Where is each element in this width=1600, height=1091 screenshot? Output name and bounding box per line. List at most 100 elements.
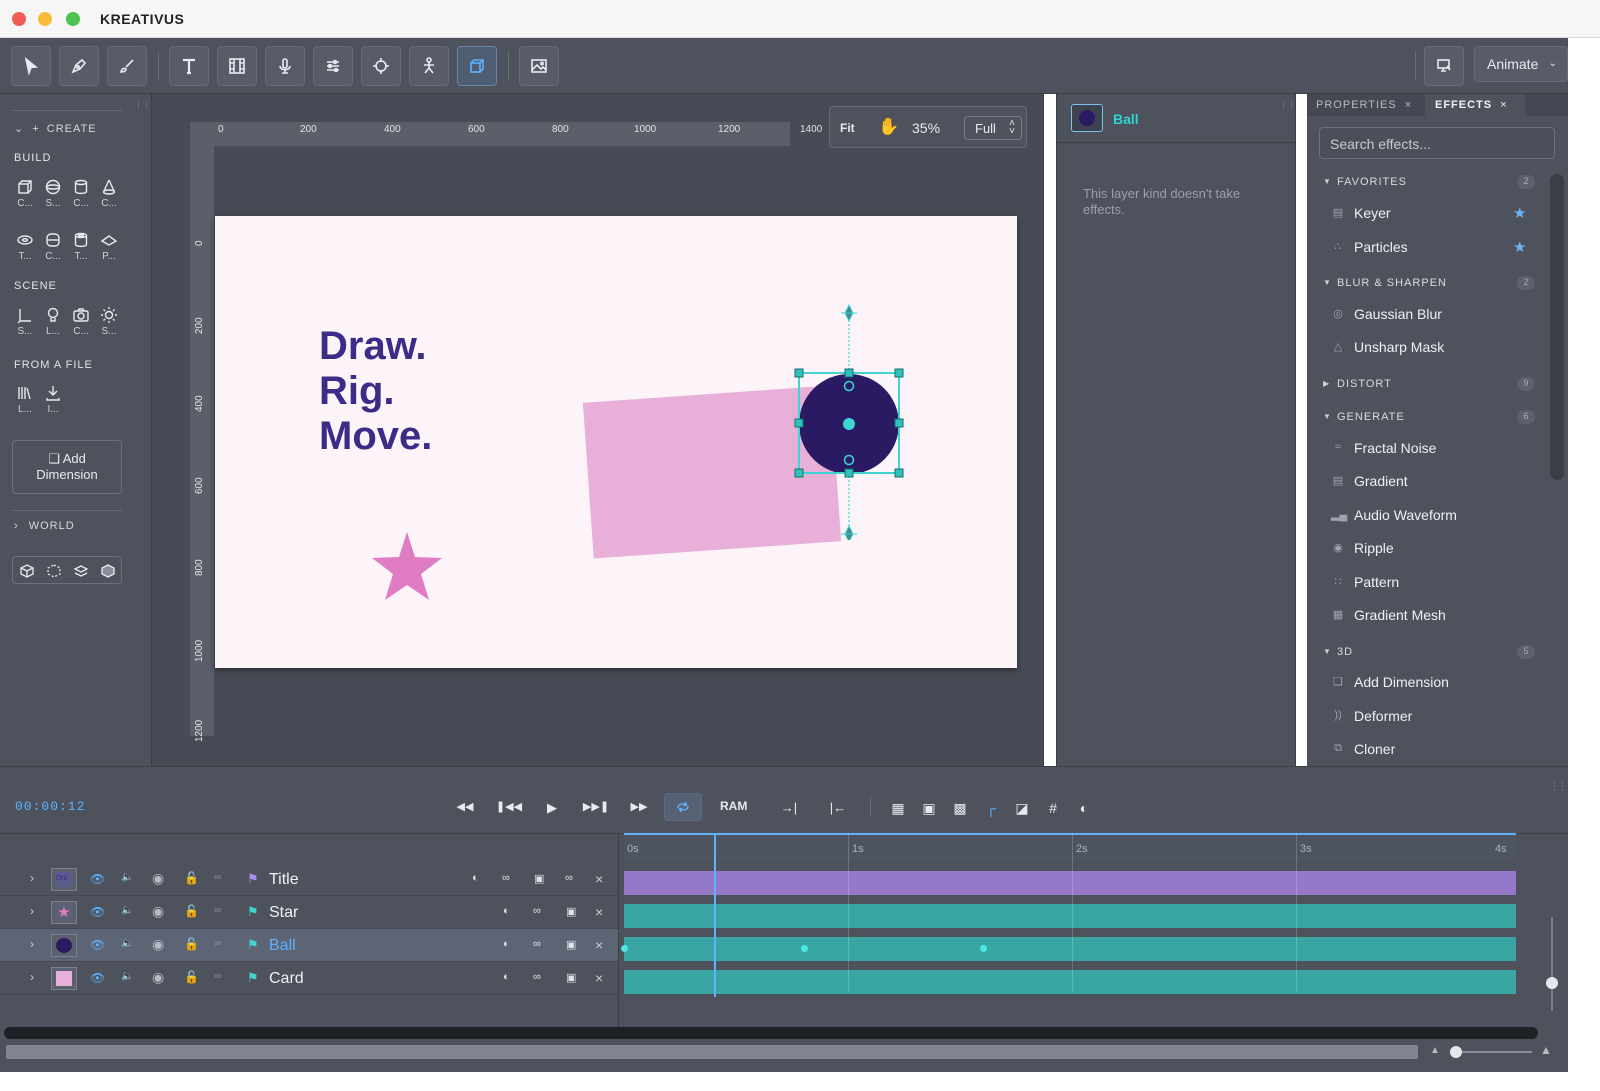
- workspace-mode-dropdown[interactable]: Animate ⌄: [1474, 46, 1568, 82]
- world-solid-button[interactable]: [98, 561, 118, 581]
- fast-forward-button[interactable]: ▶▶: [625, 793, 653, 821]
- star-favorite-icon[interactable]: ★: [1513, 238, 1526, 256]
- eye-visibility-icon[interactable]: 👁: [90, 938, 105, 952]
- motion-blur-toggle[interactable]: ◐: [1070, 793, 1098, 821]
- link-switch-icon[interactable]: ∞: [565, 872, 573, 884]
- speaker-audio-icon[interactable]: 🔈: [121, 938, 133, 949]
- flag-label-icon[interactable]: ⚑: [247, 871, 259, 887]
- keyframe[interactable]: [980, 945, 987, 952]
- world-section-header[interactable]: › WORLD: [14, 520, 75, 532]
- mask-switch-icon[interactable]: ▣: [534, 872, 544, 885]
- delete-layer-icon[interactable]: ×: [595, 904, 603, 920]
- effects-scrollbar[interactable]: [1550, 174, 1564, 480]
- keyframe[interactable]: [621, 945, 628, 952]
- create-section-header[interactable]: ⌄ + CREATE: [14, 122, 97, 135]
- chevron-right-icon[interactable]: ›: [30, 970, 34, 984]
- add-dimension-button[interactable]: ❏ Add Dimension: [12, 440, 122, 494]
- chevron-right-icon[interactable]: ›: [30, 904, 34, 918]
- world-layers-button[interactable]: [71, 561, 91, 581]
- star-favorite-icon[interactable]: ★: [1513, 204, 1526, 222]
- world-points-button[interactable]: [44, 561, 64, 581]
- scene-stage-button[interactable]: S...: [12, 306, 38, 337]
- go-to-start-button[interactable]: ❚◀◀: [495, 793, 523, 821]
- pen-tool-button[interactable]: [59, 46, 99, 86]
- speaker-audio-icon[interactable]: 🔈: [121, 905, 133, 916]
- crop-toggle[interactable]: #: [1039, 793, 1067, 821]
- build-capsule-button[interactable]: C...: [40, 231, 66, 262]
- effect-item[interactable]: ▤ Gradient: [1307, 466, 1547, 496]
- category-distort[interactable]: ▶ DISTORT 9: [1307, 376, 1547, 396]
- grid-toggle[interactable]: ▦: [884, 793, 912, 821]
- link-switch-icon[interactable]: ∞: [533, 971, 541, 983]
- layer-name[interactable]: Card: [269, 970, 304, 988]
- link-switch-icon[interactable]: ∞: [502, 872, 510, 884]
- delete-layer-icon[interactable]: ×: [595, 970, 603, 986]
- scene-camera-button[interactable]: C...: [68, 306, 94, 337]
- ball-layer-selected[interactable]: [789, 300, 909, 540]
- layer-row[interactable]: › 👁 🔈 ◉ 🔓 ∞ ⚑ Card ◐ ∞ ▣ ×: [0, 962, 618, 995]
- anchor-tool-button[interactable]: [361, 46, 401, 86]
- text-tool-button[interactable]: [169, 46, 209, 86]
- minimize-window-button[interactable]: [38, 12, 52, 26]
- eye-visibility-icon[interactable]: 👁: [90, 905, 105, 919]
- blend-mode-icon[interactable]: ◐: [472, 872, 479, 884]
- audio-tool-button[interactable]: [265, 46, 305, 86]
- go-to-end-button[interactable]: ▶▶❚: [582, 793, 610, 821]
- select-tool-button[interactable]: [11, 46, 51, 86]
- world-object-button[interactable]: [17, 561, 37, 581]
- lock-icon[interactable]: 🔓: [184, 937, 199, 951]
- timeline-zoom-slider[interactable]: ▲ ▲: [1430, 1043, 1560, 1059]
- mask-switch-icon[interactable]: ▣: [566, 938, 576, 951]
- solo-target-icon[interactable]: ◉: [152, 870, 164, 887]
- preview-monitor-button[interactable]: [1424, 46, 1464, 86]
- chevron-right-icon[interactable]: ›: [30, 937, 34, 951]
- track-bar-ball[interactable]: [624, 937, 1516, 961]
- solo-target-icon[interactable]: ◉: [152, 936, 164, 953]
- brush-tool-button[interactable]: [107, 46, 147, 86]
- lock-icon[interactable]: 🔓: [184, 970, 199, 984]
- ram-preview-button[interactable]: RAM: [720, 799, 747, 813]
- parent-link-icon[interactable]: ∞: [214, 872, 221, 883]
- panel-grip-icon[interactable]: ⋮⋮: [1279, 100, 1296, 111]
- category-3d[interactable]: ▼ 3D 5: [1307, 644, 1547, 664]
- ruler-toggle[interactable]: ┌: [977, 793, 1005, 821]
- eye-visibility-icon[interactable]: 👁: [90, 971, 105, 985]
- track-area[interactable]: 0s 1s 2s 3s 4s: [621, 833, 1516, 1029]
- lock-icon[interactable]: 🔓: [184, 904, 199, 918]
- effect-item[interactable]: ≈ Fractal Noise: [1307, 433, 1547, 463]
- hand-pan-icon[interactable]: ✋: [878, 117, 899, 137]
- blend-mode-icon[interactable]: ◐: [503, 905, 510, 917]
- puppet-tool-button[interactable]: [409, 46, 449, 86]
- scene-sun-button[interactable]: S...: [96, 306, 122, 337]
- film-tool-button[interactable]: [217, 46, 257, 86]
- layer-row[interactable]: › ★ 👁 🔈 ◉ 🔓 ∞ ⚑ Star ◐ ∞ ▣ ×: [0, 896, 618, 929]
- guides-toggle[interactable]: ▩: [946, 793, 974, 821]
- play-button[interactable]: ▶: [538, 793, 566, 821]
- close-icon[interactable]: ×: [1500, 99, 1507, 111]
- build-cylinder-button[interactable]: C...: [68, 178, 94, 209]
- playhead[interactable]: [714, 833, 716, 997]
- chevron-right-icon[interactable]: ›: [30, 871, 34, 885]
- layer-name[interactable]: Ball: [269, 937, 296, 955]
- build-torus-button[interactable]: T...: [12, 231, 38, 262]
- track-height-slider[interactable]: [1546, 917, 1558, 1011]
- layer-row[interactable]: › Dra 👁 🔈 ◉ 🔓 ∞ ⚑ Title ◐ ∞ ▣ ∞ ×: [0, 863, 618, 896]
- parent-link-icon[interactable]: ∞: [214, 905, 221, 916]
- effect-item[interactable]: )) Deformer: [1307, 701, 1547, 731]
- track-bar-title[interactable]: [624, 871, 1516, 895]
- file-library-button[interactable]: L...: [12, 384, 38, 415]
- mask-switch-icon[interactable]: ▣: [566, 905, 576, 918]
- delete-layer-icon[interactable]: ×: [595, 871, 603, 887]
- mask-switch-icon[interactable]: ▣: [566, 971, 576, 984]
- trim-in-button[interactable]: |←: [824, 793, 852, 821]
- effects-search-input[interactable]: Search effects...: [1319, 127, 1555, 159]
- speaker-audio-icon[interactable]: 🔈: [121, 872, 133, 883]
- effect-item[interactable]: ❏ Add Dimension: [1307, 667, 1547, 697]
- build-plane-button[interactable]: P...: [96, 231, 122, 262]
- lock-icon[interactable]: 🔓: [184, 871, 199, 885]
- panel-grip-icon[interactable]: ⋮⋮: [1550, 781, 1567, 792]
- speaker-audio-icon[interactable]: 🔈: [121, 971, 133, 982]
- layer-name[interactable]: Star: [269, 904, 298, 922]
- category-generate[interactable]: ▼ GENERATE 6: [1307, 409, 1547, 429]
- star-layer[interactable]: [371, 532, 443, 602]
